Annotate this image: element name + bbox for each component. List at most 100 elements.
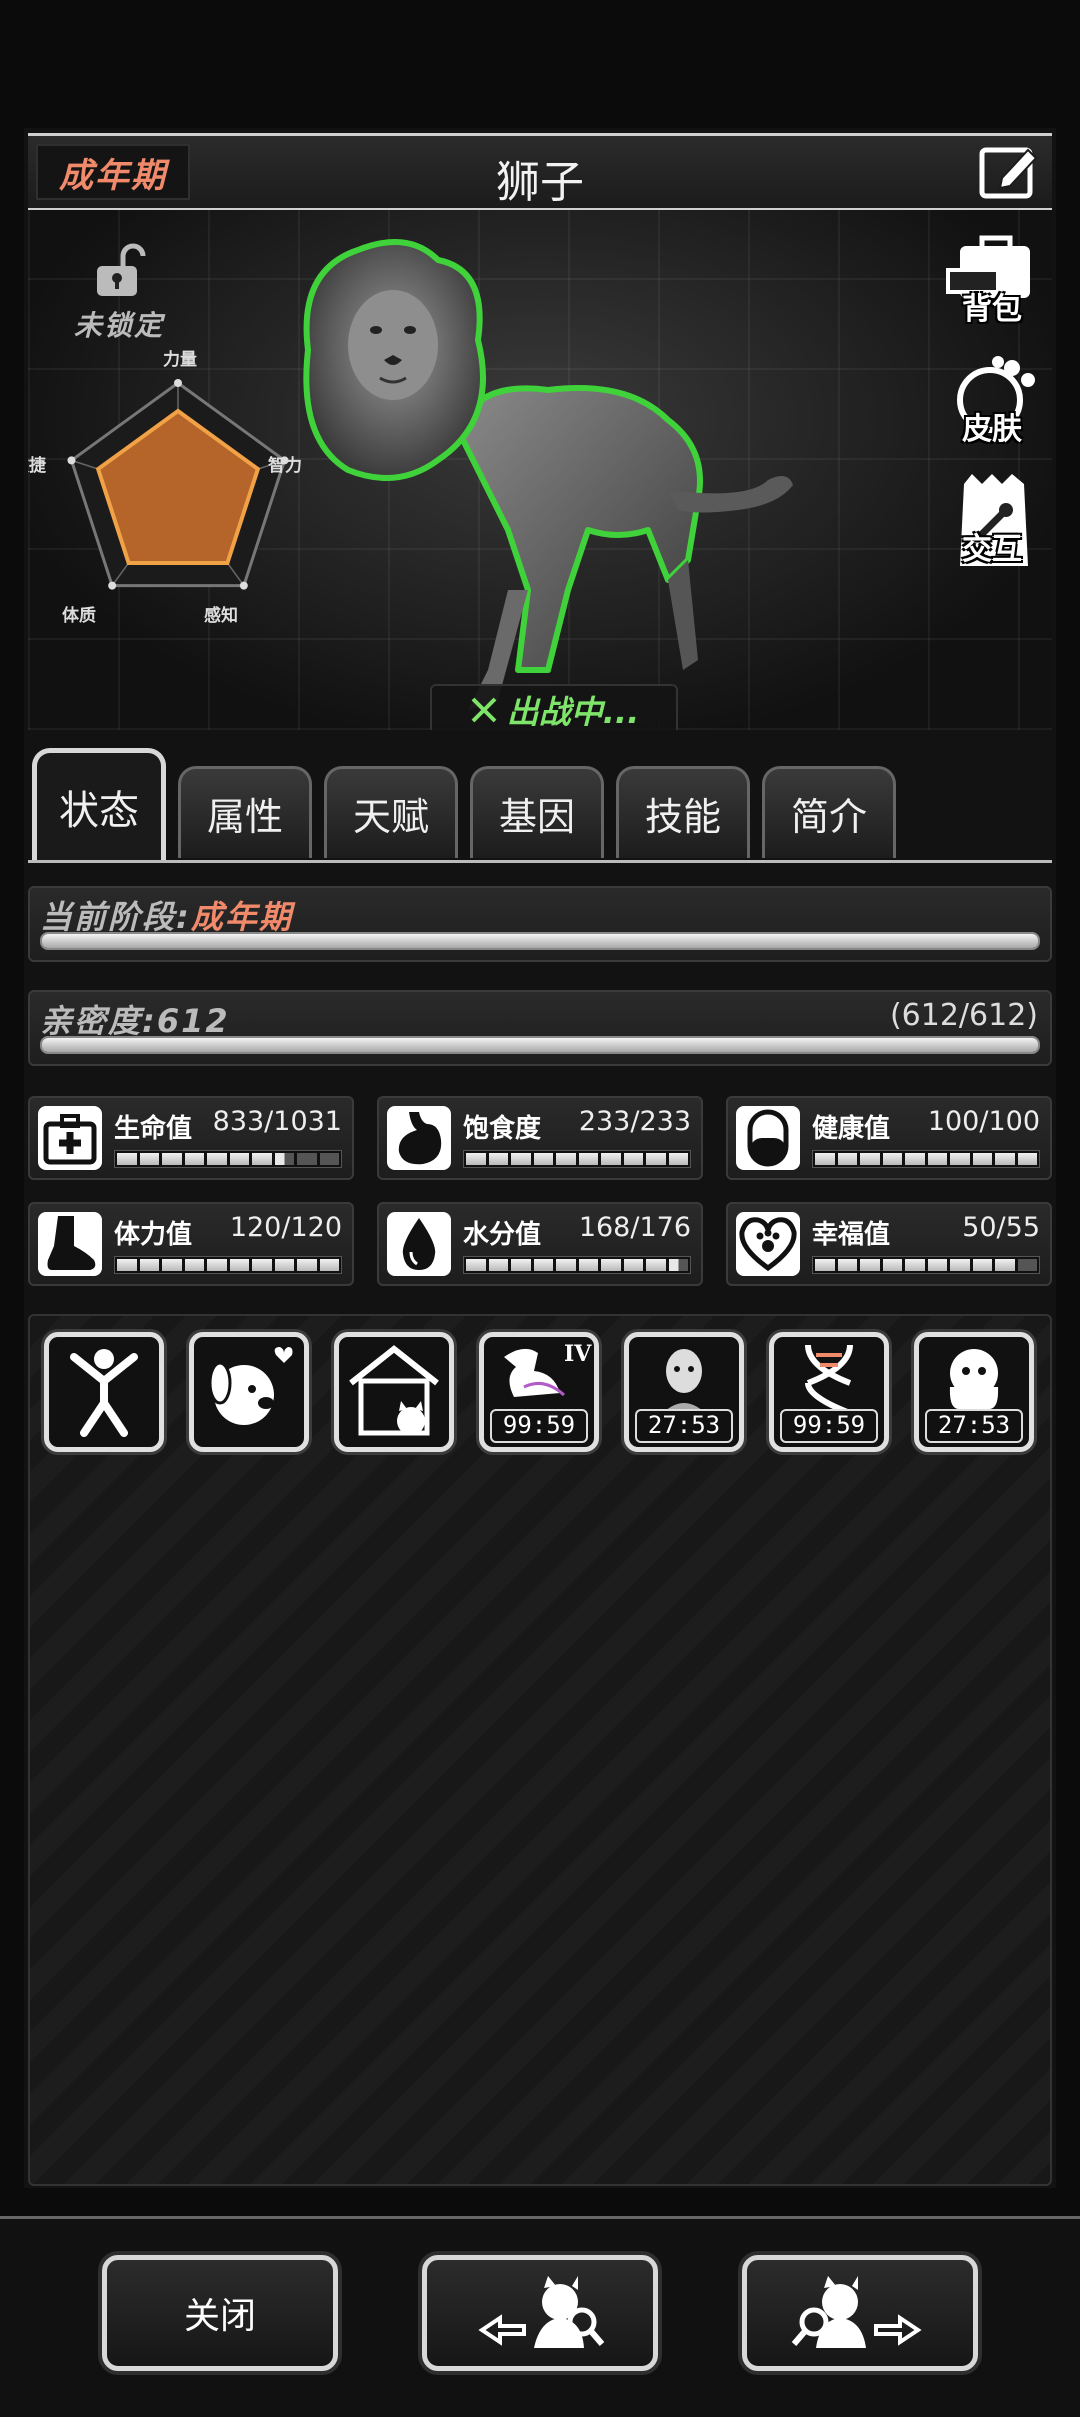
stat-segment xyxy=(601,1153,621,1165)
stat-name: 健康值 xyxy=(812,1114,891,1144)
stat-satiety: 饱食度 233/233 xyxy=(377,1096,703,1180)
tab-bar: 状态 属性 天赋 基因 技能 简介 xyxy=(28,748,1052,863)
stat-segment xyxy=(533,1259,553,1271)
skin-label: 皮肤 xyxy=(962,412,1022,447)
intimacy-panel: 亲密度:612 (612/612) xyxy=(28,990,1052,1066)
stat-segment xyxy=(623,1153,643,1165)
radar-vertex-dot xyxy=(174,379,182,387)
buff-timer: 99:59 xyxy=(780,1409,878,1443)
search-next-icon xyxy=(791,2276,922,2348)
stat-segment xyxy=(252,1153,272,1165)
intimacy-fill xyxy=(42,1038,1038,1052)
buff-slot[interactable]: 27:53 xyxy=(624,1332,744,1452)
buff-slot[interactable]: 99:59 xyxy=(769,1332,889,1452)
stat-segment xyxy=(466,1153,486,1165)
buff-slot[interactable]: 27:53 xyxy=(914,1332,1034,1452)
next-pet-button[interactable] xyxy=(742,2255,978,2371)
edit-name-button[interactable] xyxy=(978,140,1042,200)
svg-text:IV: IV xyxy=(564,1341,592,1367)
stat-segment xyxy=(815,1153,835,1165)
edit-icon xyxy=(979,147,1038,199)
stat-segment xyxy=(950,1153,970,1165)
stat-segment xyxy=(668,1259,688,1271)
stage-progress-fill xyxy=(42,934,1038,948)
stat-segment xyxy=(488,1153,508,1165)
stat-hydration: 水分值 168/176 xyxy=(377,1202,703,1286)
stat-segment xyxy=(927,1259,947,1271)
stat-value: 120/120 xyxy=(229,1212,342,1243)
radar-vertex-dot xyxy=(67,456,76,465)
pet-scene: 未锁定 力量 智力 感知 体质 敏捷 xyxy=(28,210,1052,730)
previous-pet-button[interactable] xyxy=(422,2255,658,2371)
stat-segment xyxy=(556,1153,576,1165)
stat-name: 饱食度 xyxy=(463,1114,542,1144)
stage-progress-panel: 当前阶段:成年期 xyxy=(28,886,1052,962)
lock-toggle[interactable]: 未锁定 xyxy=(64,240,174,344)
stat-segment xyxy=(117,1153,137,1165)
battle-status-badge: 出战中... xyxy=(430,684,678,730)
stat-segment-bar xyxy=(463,1256,691,1274)
interact-button[interactable]: 交互 xyxy=(942,470,1042,570)
tab-skills[interactable]: 技能 xyxy=(616,766,750,858)
tab-attributes[interactable]: 属性 xyxy=(178,766,312,858)
stat-name: 幸福值 xyxy=(812,1220,891,1250)
stat-segment xyxy=(117,1259,137,1271)
backpack-label: 背包 xyxy=(962,292,1022,327)
intimacy-track xyxy=(40,1036,1040,1054)
buff-timer: 27:53 xyxy=(635,1409,733,1443)
interact-label: 交互 xyxy=(962,532,1022,567)
stat-segment xyxy=(139,1153,159,1165)
unlock-icon xyxy=(97,243,146,296)
stat-segment xyxy=(184,1259,204,1271)
stat-segment xyxy=(162,1153,182,1165)
stat-segment xyxy=(207,1259,227,1271)
stage-progress-value: 成年期 xyxy=(190,898,293,936)
tab-talent[interactable]: 天赋 xyxy=(324,766,458,858)
stat-segment xyxy=(882,1259,902,1271)
stat-segment xyxy=(511,1259,531,1271)
stat-segment xyxy=(905,1259,925,1271)
stat-segment xyxy=(184,1153,204,1165)
stat-segment xyxy=(623,1259,643,1271)
dog-love-icon xyxy=(208,1347,293,1425)
close-button[interactable]: 关闭 xyxy=(102,2255,338,2371)
stat-segment xyxy=(837,1259,857,1271)
radar-vertex-dot xyxy=(108,581,117,590)
radar-vertex-dot xyxy=(239,581,248,590)
stat-segment xyxy=(815,1259,835,1271)
battle-status-text: 出战中... xyxy=(506,693,640,730)
stat-segment xyxy=(1017,1153,1037,1165)
stat-segment xyxy=(905,1153,925,1165)
tab-intro[interactable]: 简介 xyxy=(762,766,896,858)
stat-name: 水分值 xyxy=(463,1220,542,1250)
footer-bar: 关闭 xyxy=(0,2216,1080,2417)
stat-segment xyxy=(995,1259,1015,1271)
pet-name: 狮子 xyxy=(496,157,584,208)
stat-segment xyxy=(860,1259,880,1271)
stat-name: 生命值 xyxy=(114,1114,193,1144)
buff-slot[interactable] xyxy=(334,1332,454,1452)
medkit-icon xyxy=(38,1106,102,1170)
buff-timer: 27:53 xyxy=(925,1409,1023,1443)
backpack-button[interactable]: 背包 xyxy=(942,230,1042,330)
stat-segment xyxy=(139,1259,159,1271)
stat-segment xyxy=(488,1259,508,1271)
skin-button[interactable]: 皮肤 xyxy=(942,350,1042,450)
stat-segment-bar xyxy=(114,1150,342,1168)
buff-slot[interactable]: IV 99:59 xyxy=(479,1332,599,1452)
stat-segment xyxy=(252,1259,272,1271)
stat-happiness: 幸福值 50/55 xyxy=(726,1202,1052,1286)
tab-genes[interactable]: 基因 xyxy=(470,766,604,858)
stat-segment xyxy=(319,1153,339,1165)
stage-progress-track xyxy=(40,932,1040,950)
buff-slot[interactable] xyxy=(44,1332,164,1452)
stat-segment xyxy=(297,1153,317,1165)
buff-slot[interactable] xyxy=(189,1332,309,1452)
stat-segment-bar xyxy=(463,1150,691,1168)
stat-value: 168/176 xyxy=(578,1212,691,1243)
stat-segment xyxy=(860,1153,880,1165)
tab-status[interactable]: 状态 xyxy=(32,748,166,860)
stage-progress-label: 当前阶段: xyxy=(40,898,191,936)
person-stretch-icon xyxy=(70,1349,138,1437)
intimacy-value: 612 xyxy=(156,1002,230,1040)
